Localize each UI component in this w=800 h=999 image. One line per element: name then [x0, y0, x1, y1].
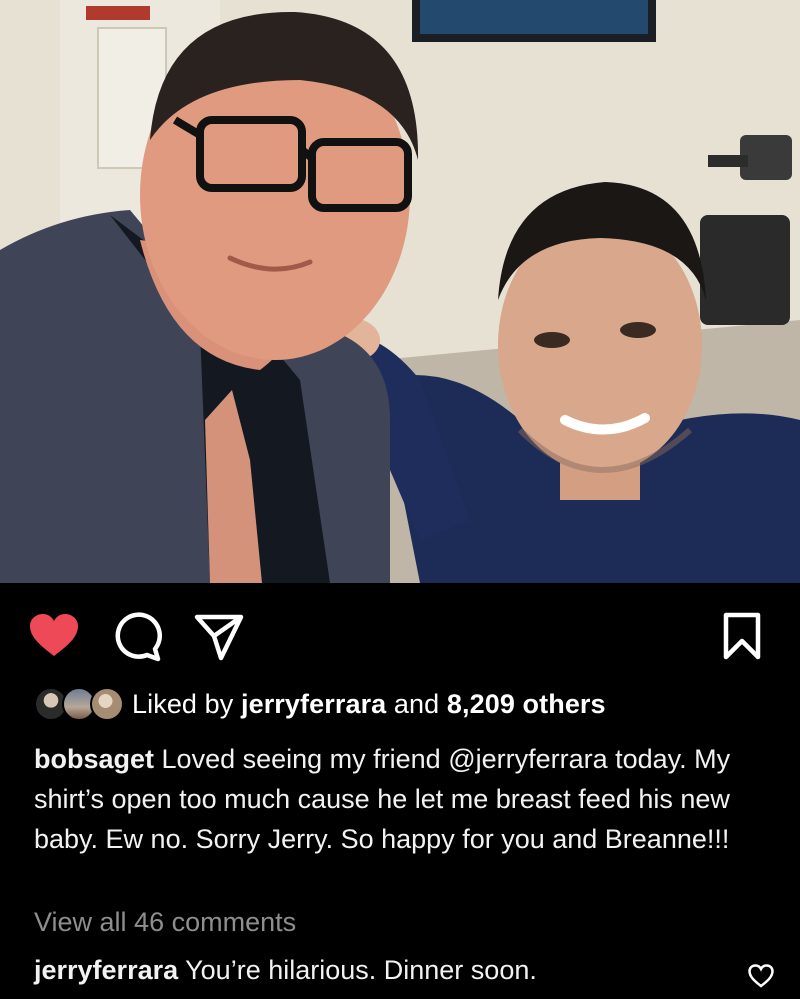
share-icon[interactable]: [194, 612, 244, 662]
view-all-comments-link[interactable]: View all 46 comments: [34, 907, 296, 938]
post-caption: bobsaget Loved seeing my friend @jerryfe…: [34, 739, 774, 859]
bookmark-icon[interactable]: [722, 612, 762, 660]
heart-outline-icon[interactable]: [748, 964, 774, 988]
likes-prefix: Liked by: [132, 688, 234, 719]
heart-icon[interactable]: [28, 612, 80, 660]
selfie-illustration: [0, 0, 800, 583]
comment-username[interactable]: jerryferrara: [34, 955, 178, 985]
liker-username[interactable]: jerryferrara: [241, 689, 386, 719]
likes-joiner: and: [393, 688, 440, 719]
post-photo[interactable]: [0, 0, 800, 583]
likes-row[interactable]: Liked by jerryferrara and 8,209 others: [34, 684, 606, 724]
comment-icon[interactable]: [112, 612, 162, 662]
likes-summary: Liked by jerryferrara and 8,209 others: [132, 689, 606, 720]
avatar: [90, 687, 124, 721]
comment-row: jerryferrara You’re hilarious. Dinner so…: [34, 955, 537, 986]
caption-username[interactable]: bobsaget: [34, 744, 154, 774]
likes-count[interactable]: 8,209 others: [447, 689, 606, 719]
comment-text: You’re hilarious. Dinner soon.: [185, 955, 537, 985]
liker-avatars: [34, 685, 126, 723]
